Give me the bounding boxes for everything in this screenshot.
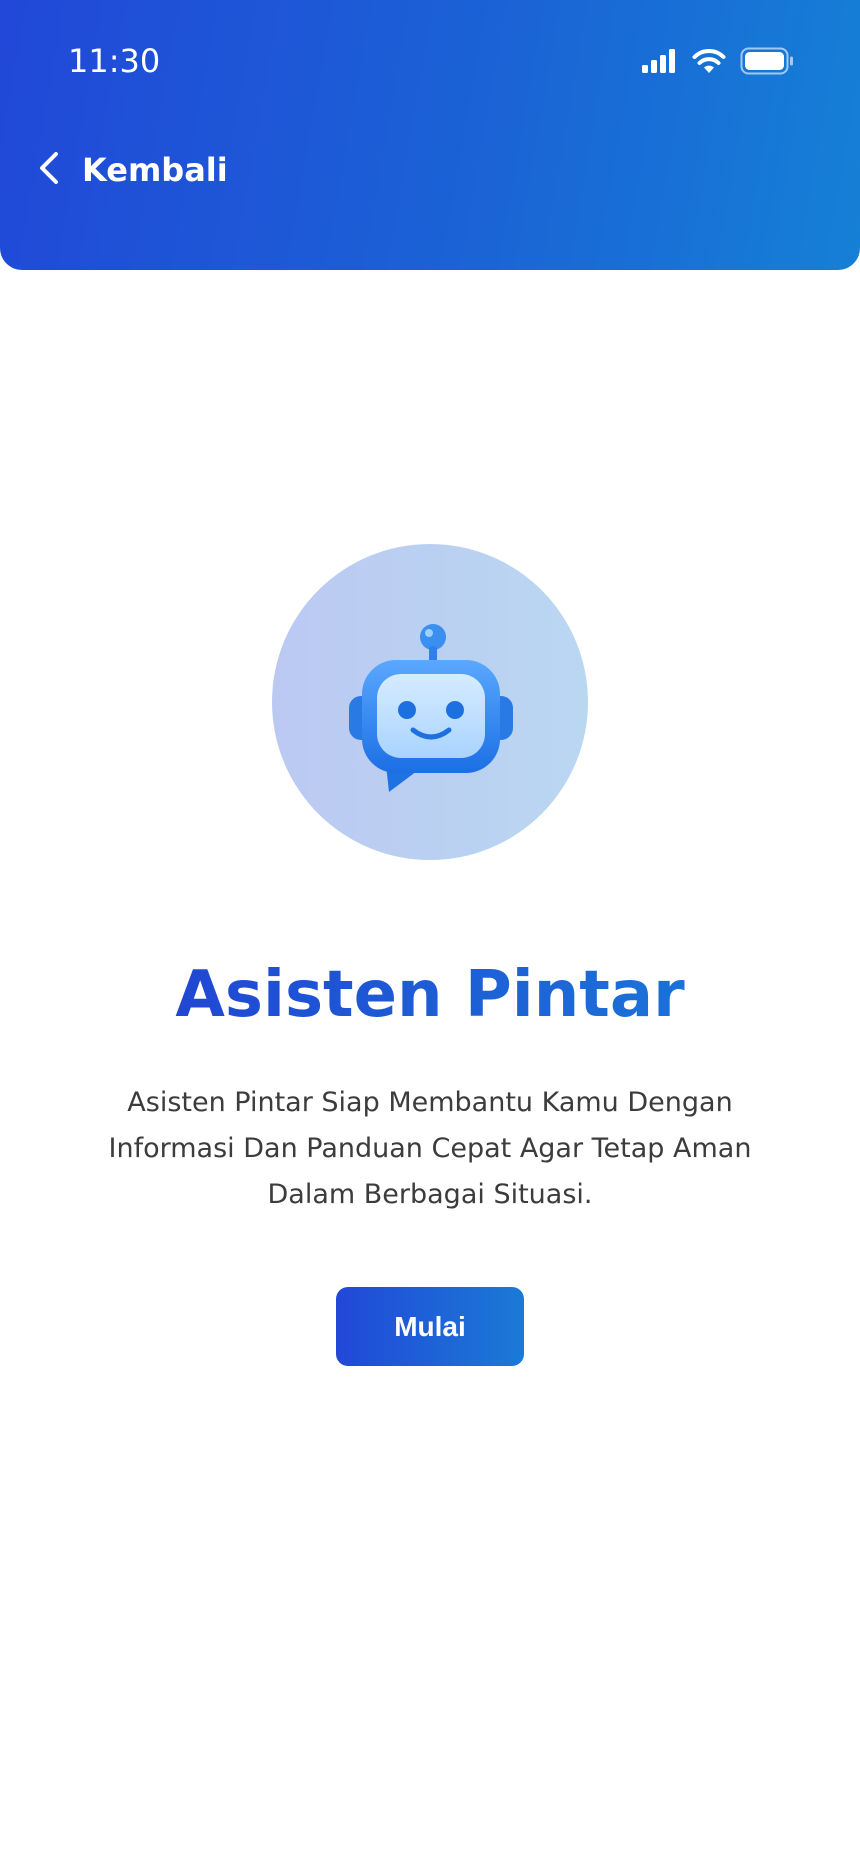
battery-icon — [740, 47, 794, 75]
status-icons — [642, 47, 794, 75]
page-description: Asisten Pintar Siap Membantu Kamu Dengan… — [108, 1087, 752, 1210]
signal-icon — [642, 49, 678, 73]
wifi-icon — [692, 48, 726, 74]
back-button[interactable]: Kembali — [36, 150, 228, 190]
robot-chat-icon — [337, 620, 523, 800]
app-header: 11:30 Kembali — [0, 0, 860, 270]
chevron-left-icon — [36, 150, 62, 190]
back-label: Kembali — [82, 151, 228, 189]
start-button[interactable]: Mulai — [336, 1287, 524, 1366]
status-time: 11:30 — [68, 42, 161, 80]
page-title: Asisten Pintar — [0, 958, 860, 1032]
